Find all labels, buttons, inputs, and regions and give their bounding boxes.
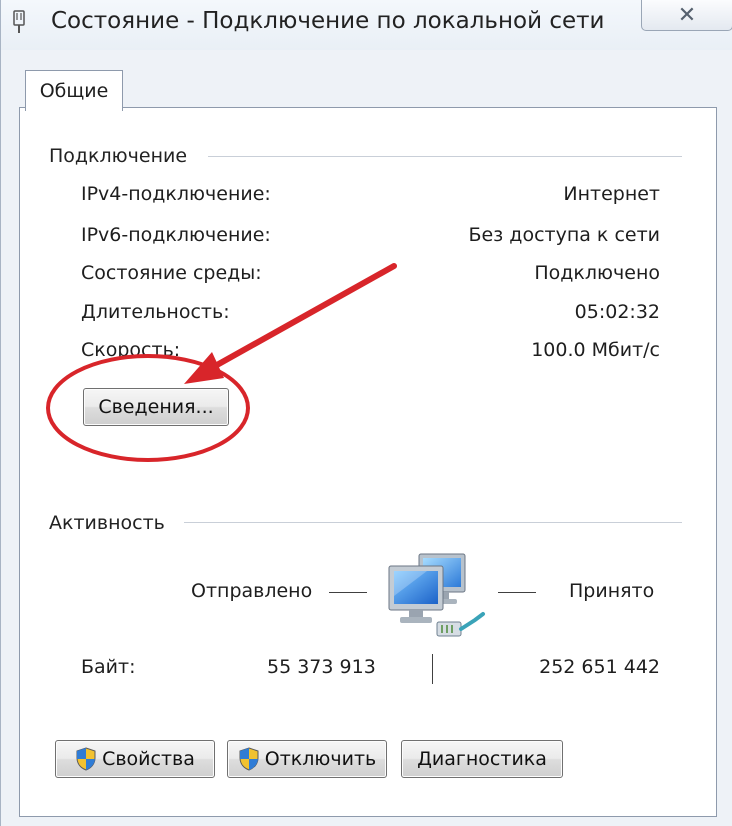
ipv4-value: Интернет xyxy=(563,183,660,205)
bytes-sent-value: 55 373 913 xyxy=(267,656,376,678)
received-connector xyxy=(498,592,536,593)
uac-shield-icon xyxy=(239,747,259,771)
speed-label: Скорость: xyxy=(81,339,181,361)
ipv6-value: Без доступа к сети xyxy=(468,224,660,246)
network-computers-icon xyxy=(388,553,485,637)
sent-connector xyxy=(329,592,367,593)
window-title: Состояние - Подключение по локальной сет… xyxy=(51,8,605,34)
uac-shield-icon xyxy=(76,747,96,771)
bytes-separator xyxy=(432,654,433,684)
bytes-label: Байт: xyxy=(81,656,136,678)
tab-panel xyxy=(19,107,717,817)
duration-label: Длительность: xyxy=(81,301,230,323)
disable-button-label: Отключить xyxy=(264,748,377,770)
connection-group-label: Подключение xyxy=(49,145,188,167)
diagnose-button[interactable]: Диагностика xyxy=(401,740,563,778)
activity-group-divider xyxy=(184,522,682,523)
bytes-received-value: 252 651 442 xyxy=(539,656,660,678)
duration-value: 05:02:32 xyxy=(574,301,660,323)
ipv4-label: IPv4-подключение: xyxy=(81,183,271,205)
title-bar: Состояние - Подключение по локальной сет… xyxy=(1,0,732,50)
status-window: Состояние - Подключение по локальной сет… xyxy=(0,0,732,826)
properties-button-label: Свойства xyxy=(102,748,195,770)
details-button[interactable]: Сведения... xyxy=(83,388,229,426)
connection-group-divider xyxy=(208,156,682,157)
tab-general[interactable]: Общие xyxy=(25,70,123,111)
received-label: Принято xyxy=(569,580,655,602)
network-cable-icon xyxy=(13,10,25,33)
close-button[interactable]: ✕ xyxy=(641,0,732,31)
speed-value: 100.0 Мбит/с xyxy=(531,339,660,361)
media-state-value: Подключено xyxy=(534,262,660,284)
close-icon: ✕ xyxy=(677,2,697,28)
activity-group-label: Активность xyxy=(49,512,165,534)
ipv6-label: IPv6-подключение: xyxy=(81,224,271,246)
media-state-label: Состояние среды: xyxy=(81,262,262,284)
disable-button[interactable]: Отключить xyxy=(227,740,387,778)
properties-button[interactable]: Свойства xyxy=(55,740,215,778)
sent-label: Отправлено xyxy=(191,580,313,602)
